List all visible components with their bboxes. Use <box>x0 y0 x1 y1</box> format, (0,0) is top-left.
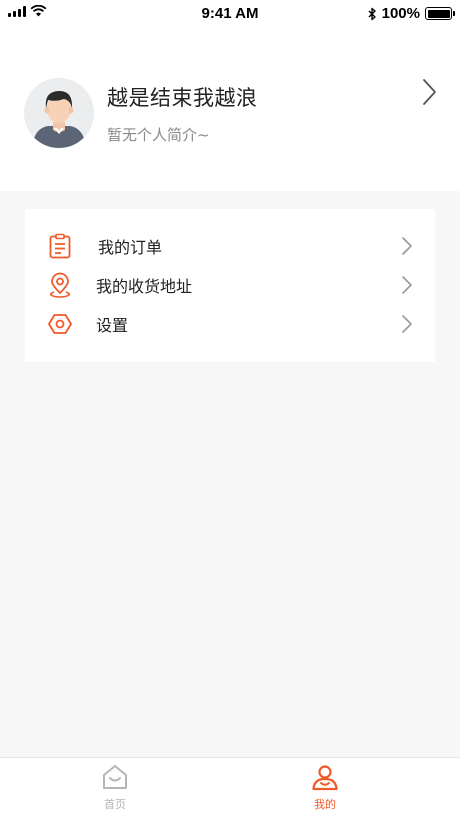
bluetooth-icon <box>368 7 376 20</box>
status-bar: 9:41 AM 100% <box>0 0 460 28</box>
profile-bio: 暂无个人简介~ <box>107 126 210 144</box>
location-pin-icon <box>50 272 70 298</box>
user-icon <box>312 765 338 791</box>
tab-label: 首页 <box>104 798 126 811</box>
menu-item-settings[interactable]: 设置 <box>25 305 435 343</box>
chevron-right-icon[interactable] <box>420 77 440 107</box>
menu-item-label: 我的收货地址 <box>96 277 193 296</box>
avatar-person-icon <box>24 78 94 148</box>
profile-username: 越是结束我越浪 <box>107 86 258 110</box>
menu-item-label: 设置 <box>96 316 129 335</box>
avatar[interactable] <box>24 78 94 148</box>
home-icon <box>103 765 127 789</box>
tab-home[interactable]: 首页 <box>0 758 230 817</box>
battery-percentage: 100% <box>381 5 420 22</box>
tab-mine[interactable]: 我的 <box>210 758 440 817</box>
chevron-right-icon <box>402 237 412 255</box>
menu-item-orders[interactable]: 我的订单 <box>25 227 435 265</box>
chevron-right-icon <box>402 276 412 294</box>
tab-bar: 首页 我的 <box>0 757 460 817</box>
menu-item-address[interactable]: 我的收货地址 <box>25 266 435 304</box>
menu-card: 我的订单 我的收货地址 设置 <box>25 209 435 362</box>
chevron-right-icon <box>402 315 412 333</box>
menu-item-label: 我的订单 <box>98 238 163 257</box>
profile-header[interactable]: 越是结束我越浪 暂无个人简介~ <box>0 28 460 191</box>
clipboard-icon <box>49 233 71 259</box>
battery-icon <box>425 7 455 20</box>
tab-label: 我的 <box>314 798 336 811</box>
status-right: 100% <box>368 5 455 22</box>
hexagon-settings-icon <box>48 314 72 334</box>
